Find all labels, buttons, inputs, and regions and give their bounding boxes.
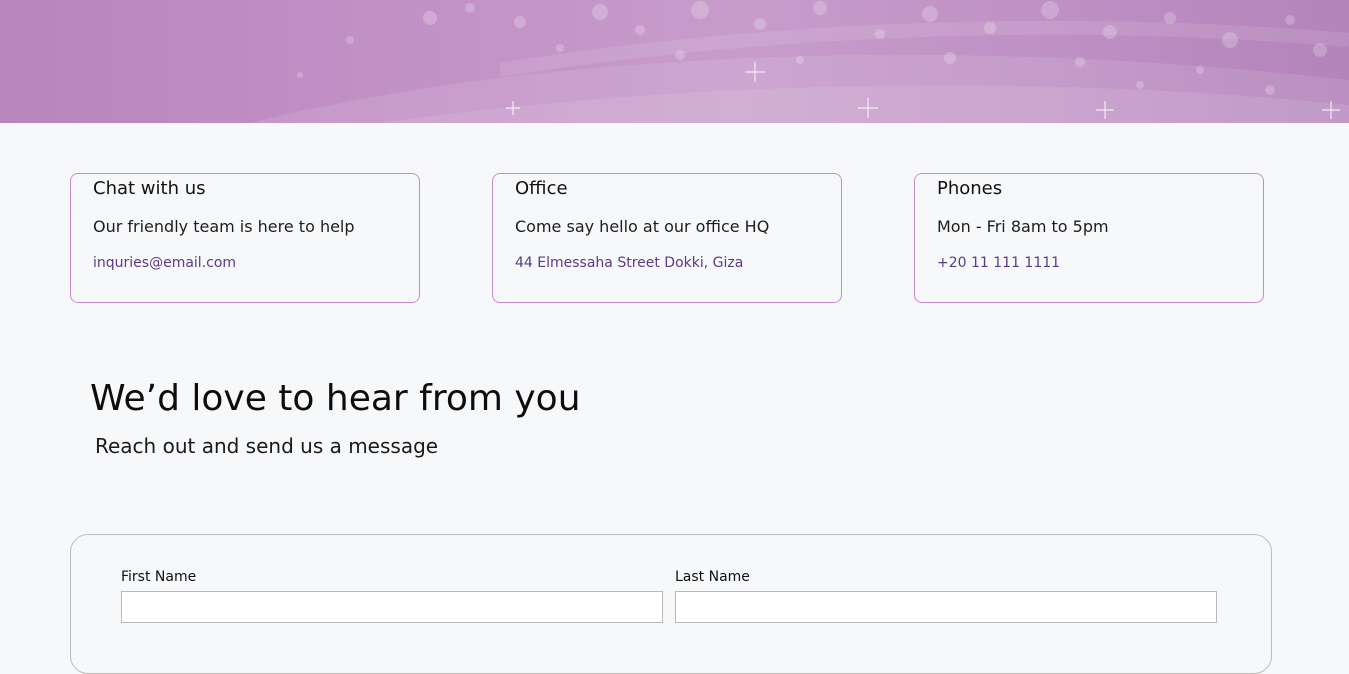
last-name-input[interactable] <box>675 591 1217 623</box>
contact-form: First Name Last Name <box>70 534 1272 674</box>
section-subheading: Reach out and send us a message <box>95 434 439 458</box>
email-link[interactable]: inquries@email.com <box>93 255 236 271</box>
card-description: Come say hello at our office HQ <box>515 217 770 236</box>
card-title: Chat with us <box>93 178 206 199</box>
card-description: Our friendly team is here to help <box>93 217 355 236</box>
card-title: Office <box>515 178 568 199</box>
phone-link[interactable]: +20 11 111 1111 <box>937 255 1060 271</box>
last-name-label: Last Name <box>675 569 750 585</box>
section-heading: We’d love to hear from you <box>90 378 581 419</box>
first-name-input[interactable] <box>121 591 663 623</box>
contact-card-chat: Chat with us Our friendly team is here t… <box>70 173 420 303</box>
hero-bokeh-decoration <box>250 1 1349 123</box>
address-link[interactable]: 44 Elmessaha Street Dokki, Giza <box>515 255 743 271</box>
hero-banner <box>0 0 1349 123</box>
card-description: Mon - Fri 8am to 5pm <box>937 217 1109 236</box>
card-title: Phones <box>937 178 1003 199</box>
contact-card-office: Office Come say hello at our office HQ 4… <box>492 173 842 303</box>
contact-card-phones: Phones Mon - Fri 8am to 5pm +20 11 111 1… <box>914 173 1264 303</box>
first-name-label: First Name <box>121 569 197 585</box>
